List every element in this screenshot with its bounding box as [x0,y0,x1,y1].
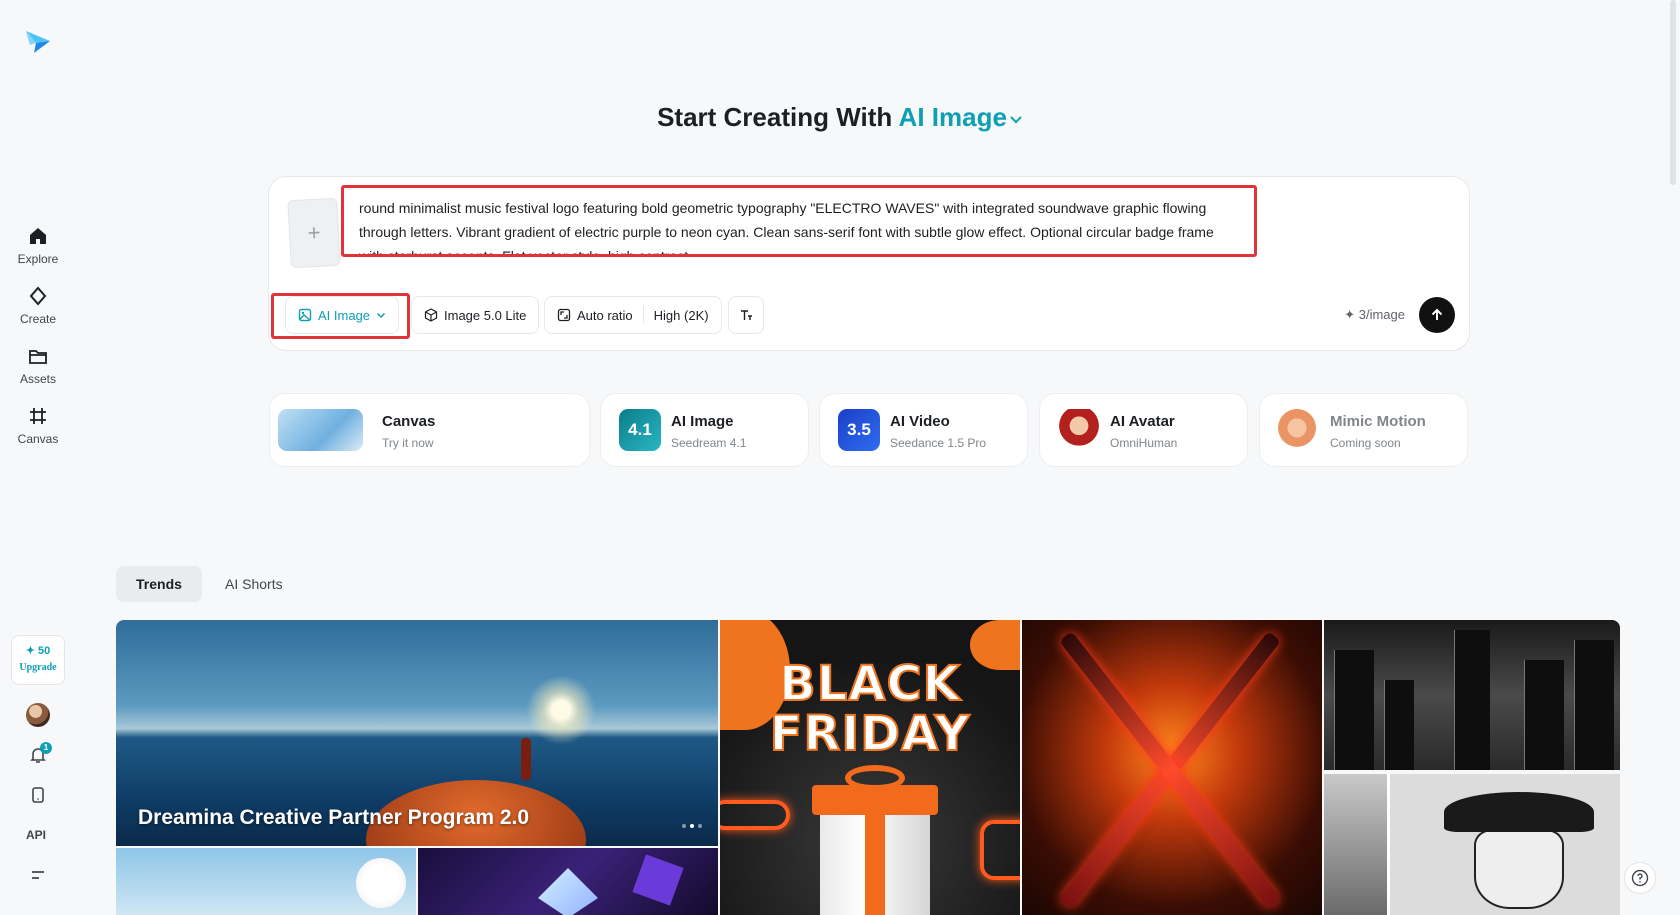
scrollbar[interactable] [1670,0,1676,185]
image-icon [298,308,312,322]
chevron-down-icon [377,312,386,319]
text-format-icon [741,310,752,320]
credit-cost-label: ✦ 3/image [1344,307,1405,322]
menu-icon[interactable] [28,865,48,885]
tab-trends[interactable]: Trends [116,566,202,602]
help-button[interactable] [1624,862,1656,894]
gallery-item-city-street[interactable] [1324,620,1620,770]
ai-video-app-icon: 3.5 [838,409,880,451]
add-reference-button[interactable]: + [287,197,341,269]
gallery-item-crossed-swords[interactable] [1022,620,1322,915]
mode-select-button[interactable]: AI Image [285,296,400,334]
carousel-dots[interactable] [682,824,702,828]
ratio-label: Auto ratio [577,307,633,323]
tool-card-ai-video[interactable]: 3.5 AI Video Seedance 1.5 Pro [819,393,1028,467]
nav-canvas[interactable]: Canvas [0,405,76,446]
model-select-button[interactable]: Image 5.0 Lite [411,296,540,334]
prompt-input[interactable]: round minimalist music festival logo fea… [341,185,1257,257]
tool-name: AI Image [671,413,734,430]
gallery-item-black-friday[interactable]: BLACK FRIDAY [720,620,1020,915]
poster-text-line2: FRIDAY [769,705,971,763]
ai-image-app-icon: 4.1 [619,409,661,451]
page-title: Start Creating With AI Image [0,102,1680,133]
nav-assets[interactable]: Assets [0,345,76,386]
tool-name: AI Video [890,413,950,430]
gallery-item-cotton[interactable] [116,848,416,915]
title-mode-label: AI Image [898,102,1007,132]
nav-explore-label: Explore [17,252,59,266]
prompt-card: + round minimalist music festival logo f… [268,176,1470,351]
tool-card-mimic-motion[interactable]: Mimic Motion Coming soon [1259,393,1468,467]
generate-button[interactable] [1419,297,1455,333]
nav-canvas-label: Canvas [17,432,59,446]
chevron-down-icon [1010,116,1022,124]
tool-card-ai-avatar[interactable]: AI Avatar OmniHuman [1039,393,1248,467]
dreamina-logo-icon[interactable] [24,27,52,55]
notification-badge: 1 [40,742,52,754]
mobile-icon[interactable] [28,785,48,805]
upgrade-link[interactable]: Upgrade [12,662,64,673]
avatar-thumbnail [1058,409,1100,451]
banner-figure [521,738,531,780]
nav-explore[interactable]: Explore [0,225,76,266]
nav-create[interactable]: Create [0,285,76,326]
hash-frame-icon [30,408,46,424]
pegasus-thumbnail [278,409,363,451]
diamond-icon [29,286,47,306]
cube-icon [424,308,438,322]
tool-subtitle: Seedance 1.5 Pro [890,436,987,450]
tool-subtitle: Try it now [382,436,434,450]
banner-light [526,675,596,745]
credits-upgrade-box[interactable]: ✦ 50 Upgrade [11,635,65,685]
nav-assets-label: Assets [19,372,56,386]
tool-card-canvas[interactable]: Canvas Try it now [269,393,590,467]
quality-label: High (2K) [653,307,709,323]
tab-label: Trends [136,576,182,592]
ratio-quality-button[interactable]: Auto ratio High (2K) [544,296,722,334]
poster-text-line1: BLACK [778,655,961,713]
plus-icon: + [306,219,322,246]
mimic-motion-thumbnail [1276,409,1318,451]
model-select-label: Image 5.0 Lite [444,307,527,323]
tab-ai-shorts[interactable]: AI Shorts [205,566,303,602]
prompt-toolbar: AI Image Image 5.0 Lite Auto ratio High … [269,293,1469,341]
mode-select-label: AI Image [318,307,371,323]
tab-label: AI Shorts [225,576,283,592]
text-style-button[interactable] [728,296,764,334]
api-link[interactable]: API [26,828,46,842]
nav-create-label: Create [19,312,57,326]
avatar[interactable] [26,703,50,727]
question-icon [1631,869,1649,887]
title-mode-dropdown[interactable]: AI Image [899,102,1023,132]
divider [642,306,644,324]
folder-icon [29,350,47,364]
tool-subtitle: Seedream 4.1 [671,436,747,450]
sidebar: Explore Create Assets Canvas ✦ 50 Upgrad… [0,0,76,915]
aspect-ratio-icon [557,308,571,322]
featured-caption: Dreamina Creative Partner Program 2.0 [138,806,530,829]
title-prefix: Start Creating With [657,102,893,132]
tool-name: AI Avatar [1110,413,1175,430]
tool-subtitle: Coming soon [1330,436,1401,450]
tool-card-ai-image[interactable]: 4.1 AI Image Seedream 4.1 [600,393,809,467]
gallery-item-crystal[interactable] [418,848,718,915]
arrow-up-icon [1431,308,1443,320]
home-icon [30,228,46,244]
featured-banner[interactable]: Dreamina Creative Partner Program 2.0 [116,620,718,846]
gallery-item-detective-comic[interactable] [1324,774,1620,915]
fedora-hat [1444,792,1594,832]
tool-name: Canvas [382,413,436,430]
tool-subtitle: OmniHuman [1110,436,1178,450]
credits-amount: ✦ 50 [25,645,51,657]
tool-name: Mimic Motion [1330,413,1426,430]
